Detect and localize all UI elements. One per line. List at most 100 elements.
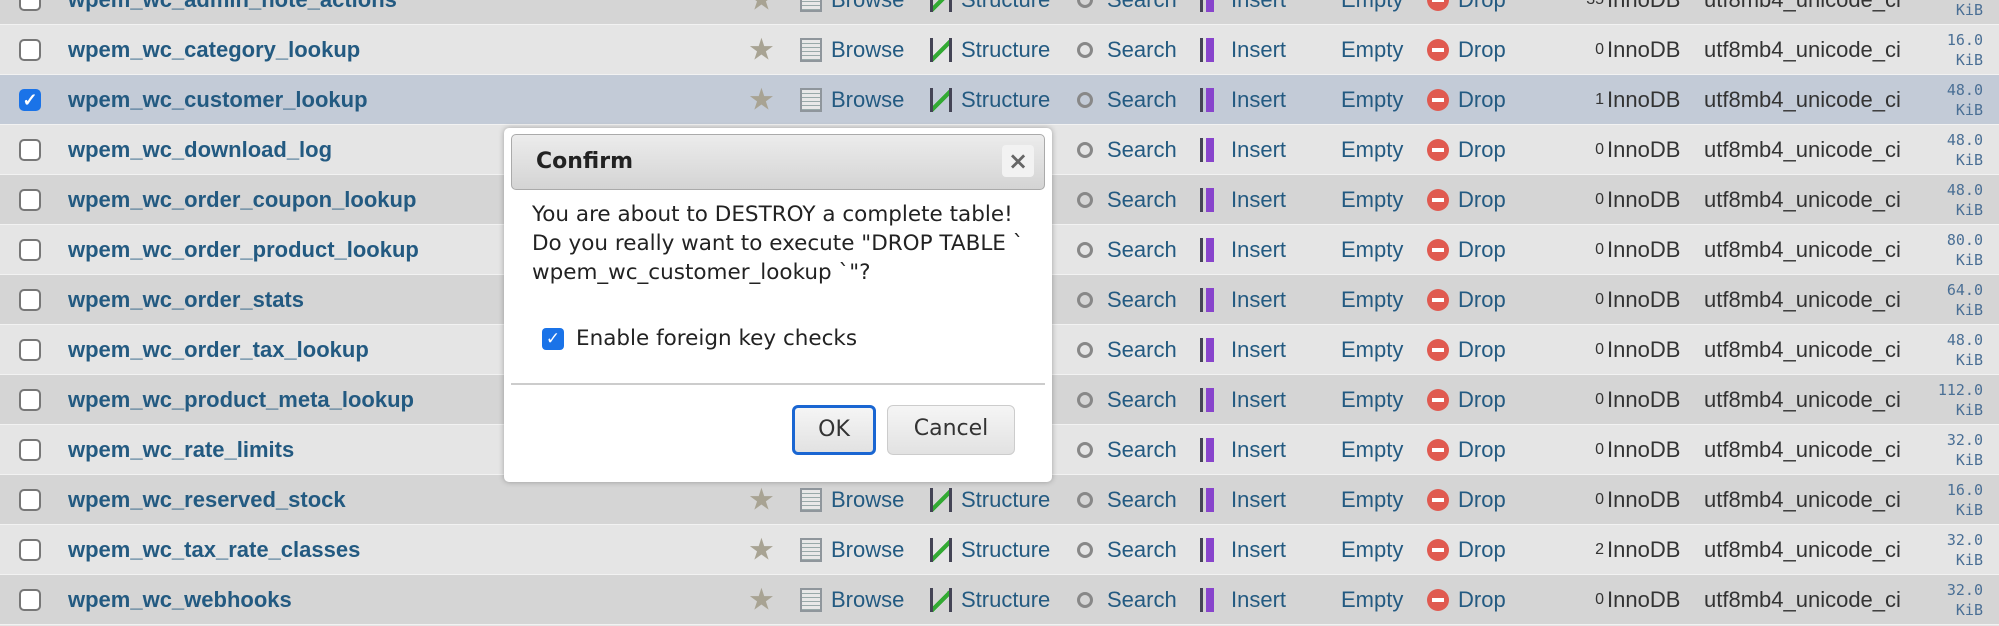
table-name-link[interactable]: wpem_wc_category_lookup <box>68 37 360 63</box>
empty-action[interactable]: Empty <box>1310 287 1403 313</box>
search-action[interactable]: Search <box>1077 237 1177 263</box>
table-name-link[interactable]: wpem_wc_product_meta_lookup <box>68 387 414 413</box>
star-icon[interactable]: ★ <box>748 582 775 617</box>
search-action[interactable]: Search <box>1077 387 1177 413</box>
search-action[interactable]: Search <box>1077 537 1177 563</box>
browse-action[interactable]: Browse <box>800 587 904 613</box>
drop-action[interactable]: Drop <box>1427 137 1506 163</box>
row-checkbox[interactable] <box>19 288 41 311</box>
search-action[interactable]: Search <box>1077 337 1177 363</box>
empty-action[interactable]: Empty <box>1310 137 1403 163</box>
structure-action[interactable]: Structure <box>930 537 1050 563</box>
browse-action[interactable]: Browse <box>800 537 904 563</box>
drop-action[interactable]: Drop <box>1427 587 1506 613</box>
table-name-link[interactable]: wpem_wc_order_tax_lookup <box>68 337 369 363</box>
table-name-link[interactable]: wpem_wc_webhooks <box>68 587 292 613</box>
browse-action[interactable]: Browse <box>800 87 904 113</box>
insert-action[interactable]: Insert <box>1200 537 1286 563</box>
browse-action[interactable]: Browse <box>800 0 904 13</box>
row-checkbox[interactable] <box>19 188 41 211</box>
foreign-key-checks[interactable]: ✓ Enable foreign key checks <box>542 326 857 351</box>
cancel-button[interactable]: Cancel <box>887 405 1015 455</box>
table-name-link[interactable]: wpem_wc_customer_lookup <box>68 87 368 113</box>
insert-action[interactable]: Insert <box>1200 187 1286 213</box>
row-checkbox[interactable] <box>19 388 41 411</box>
empty-action[interactable]: Empty <box>1310 437 1403 463</box>
structure-action[interactable]: Structure <box>930 487 1050 513</box>
row-checkbox[interactable] <box>19 338 41 361</box>
empty-action[interactable]: Empty <box>1310 237 1403 263</box>
row-checkbox[interactable] <box>19 538 41 561</box>
star-icon[interactable]: ★ <box>748 482 775 517</box>
star-icon[interactable]: ★ <box>748 532 775 567</box>
row-checkbox[interactable]: ✓ <box>19 88 41 111</box>
table-name-link[interactable]: wpem_wc_order_product_lookup <box>68 237 419 263</box>
drop-action[interactable]: Drop <box>1427 37 1506 63</box>
row-checkbox[interactable] <box>19 38 41 61</box>
insert-action[interactable]: Insert <box>1200 37 1286 63</box>
row-checkbox[interactable] <box>19 588 41 611</box>
drop-action[interactable]: Drop <box>1427 0 1506 13</box>
row-checkbox[interactable] <box>19 488 41 511</box>
drop-action[interactable]: Drop <box>1427 187 1506 213</box>
empty-action[interactable]: Empty <box>1310 0 1403 13</box>
insert-action[interactable]: Insert <box>1200 87 1286 113</box>
star-icon[interactable]: ★ <box>748 0 775 17</box>
table-name-link[interactable]: wpem_wc_download_log <box>68 137 332 163</box>
table-name-link[interactable]: wpem_wc_tax_rate_classes <box>68 537 360 563</box>
insert-action[interactable]: Insert <box>1200 287 1286 313</box>
drop-action[interactable]: Drop <box>1427 437 1506 463</box>
browse-action[interactable]: Browse <box>800 487 904 513</box>
drop-action[interactable]: Drop <box>1427 487 1506 513</box>
insert-action[interactable]: Insert <box>1200 337 1286 363</box>
empty-action[interactable]: Empty <box>1310 187 1403 213</box>
search-action[interactable]: Search <box>1077 0 1177 13</box>
structure-action[interactable]: Structure <box>930 587 1050 613</box>
table-name-link[interactable]: wpem_wc_rate_limits <box>68 437 294 463</box>
table-name-link[interactable]: wpem_wc_order_stats <box>68 287 304 313</box>
structure-action[interactable]: Structure <box>930 0 1050 13</box>
search-action[interactable]: Search <box>1077 437 1177 463</box>
drop-action[interactable]: Drop <box>1427 387 1506 413</box>
row-checkbox[interactable] <box>19 0 41 11</box>
drop-action[interactable]: Drop <box>1427 287 1506 313</box>
drop-action[interactable]: Drop <box>1427 237 1506 263</box>
table-name-link[interactable]: wpem_wc_reserved_stock <box>68 487 346 513</box>
empty-action[interactable]: Empty <box>1310 387 1403 413</box>
empty-action[interactable]: Empty <box>1310 587 1403 613</box>
table-name-link[interactable]: wpem_wc_order_coupon_lookup <box>68 187 416 213</box>
search-action[interactable]: Search <box>1077 137 1177 163</box>
dialog-titlebar[interactable]: Confirm × <box>511 134 1045 190</box>
structure-action[interactable]: Structure <box>930 87 1050 113</box>
empty-action[interactable]: Empty <box>1310 37 1403 63</box>
close-icon[interactable]: × <box>1002 145 1034 177</box>
insert-action[interactable]: Insert <box>1200 137 1286 163</box>
search-action[interactable]: Search <box>1077 287 1177 313</box>
empty-action[interactable]: Empty <box>1310 337 1403 363</box>
insert-action[interactable]: Insert <box>1200 437 1286 463</box>
star-icon[interactable]: ★ <box>748 82 775 117</box>
star-icon[interactable]: ★ <box>748 32 775 67</box>
row-checkbox[interactable] <box>19 138 41 161</box>
row-checkbox[interactable] <box>19 238 41 261</box>
insert-action[interactable]: Insert <box>1200 387 1286 413</box>
foreign-key-checkbox[interactable]: ✓ <box>542 327 564 350</box>
empty-action[interactable]: Empty <box>1310 537 1403 563</box>
search-action[interactable]: Search <box>1077 487 1177 513</box>
insert-action[interactable]: Insert <box>1200 587 1286 613</box>
insert-action[interactable]: Insert <box>1200 487 1286 513</box>
search-action[interactable]: Search <box>1077 187 1177 213</box>
drop-action[interactable]: Drop <box>1427 337 1506 363</box>
browse-action[interactable]: Browse <box>800 37 904 63</box>
search-action[interactable]: Search <box>1077 587 1177 613</box>
structure-action[interactable]: Structure <box>930 37 1050 63</box>
search-action[interactable]: Search <box>1077 87 1177 113</box>
drop-action[interactable]: Drop <box>1427 537 1506 563</box>
drop-action[interactable]: Drop <box>1427 87 1506 113</box>
empty-action[interactable]: Empty <box>1310 87 1403 113</box>
table-name-link[interactable]: wpem_wc_admin_note_actions <box>68 0 397 13</box>
insert-action[interactable]: Insert <box>1200 237 1286 263</box>
empty-action[interactable]: Empty <box>1310 487 1403 513</box>
row-checkbox[interactable] <box>19 438 41 461</box>
ok-button[interactable]: OK <box>792 405 876 455</box>
